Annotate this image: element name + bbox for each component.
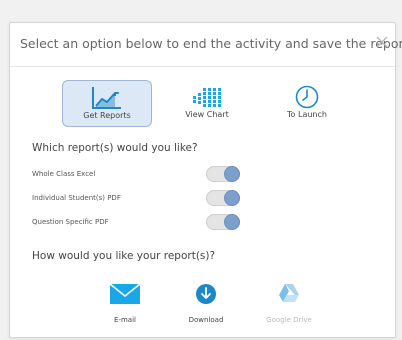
close-icon[interactable] xyxy=(375,34,389,48)
question-specific-pdf-toggle[interactable] xyxy=(206,214,240,230)
view-chart-label: View Chart xyxy=(185,110,229,119)
clock-icon xyxy=(262,84,352,110)
mail-icon xyxy=(90,283,160,305)
to-launch-option[interactable]: To Launch xyxy=(262,80,352,127)
report-row-individual: Individual Student(s) PDF xyxy=(32,190,272,208)
download-option[interactable]: Download xyxy=(171,283,241,333)
toggle-knob xyxy=(224,166,240,182)
whole-class-excel-toggle[interactable] xyxy=(206,166,240,182)
view-chart-option[interactable]: View Chart xyxy=(162,80,252,127)
report-label: Whole Class Excel xyxy=(32,170,96,178)
toggle-knob xyxy=(224,190,240,206)
individual-student-pdf-toggle[interactable] xyxy=(206,190,240,206)
download-icon xyxy=(171,283,241,305)
get-reports-label: Get Reports xyxy=(83,111,131,120)
google-drive-option[interactable]: Google Drive xyxy=(254,283,324,333)
report-row-question: Question Specific PDF xyxy=(32,214,272,232)
to-launch-label: To Launch xyxy=(287,110,327,119)
report-row-whole-class: Whole Class Excel xyxy=(32,166,272,184)
end-activity-options: Get Reports View Chart To Launch xyxy=(10,80,395,130)
dialog-header: Select an option below to end the activi… xyxy=(10,23,402,67)
delivery-question: How would you like your report(s)? xyxy=(32,250,216,262)
dialog-title: Select an option below to end the activi… xyxy=(20,36,402,51)
bar-chart-icon xyxy=(162,84,252,110)
trend-chart-icon xyxy=(63,85,151,111)
report-label: Question Specific PDF xyxy=(32,218,109,226)
toggle-knob xyxy=(224,214,240,230)
reports-question: Which report(s) would you like? xyxy=(32,142,198,154)
google-drive-label: Google Drive xyxy=(266,316,312,324)
email-label: E-mail xyxy=(114,316,136,324)
report-label: Individual Student(s) PDF xyxy=(32,194,121,202)
download-label: Download xyxy=(188,316,224,324)
save-reports-dialog: Select an option below to end the activi… xyxy=(9,22,402,338)
get-reports-option[interactable]: Get Reports xyxy=(62,80,152,127)
email-option[interactable]: E-mail xyxy=(90,283,160,333)
google-drive-icon xyxy=(254,283,324,305)
